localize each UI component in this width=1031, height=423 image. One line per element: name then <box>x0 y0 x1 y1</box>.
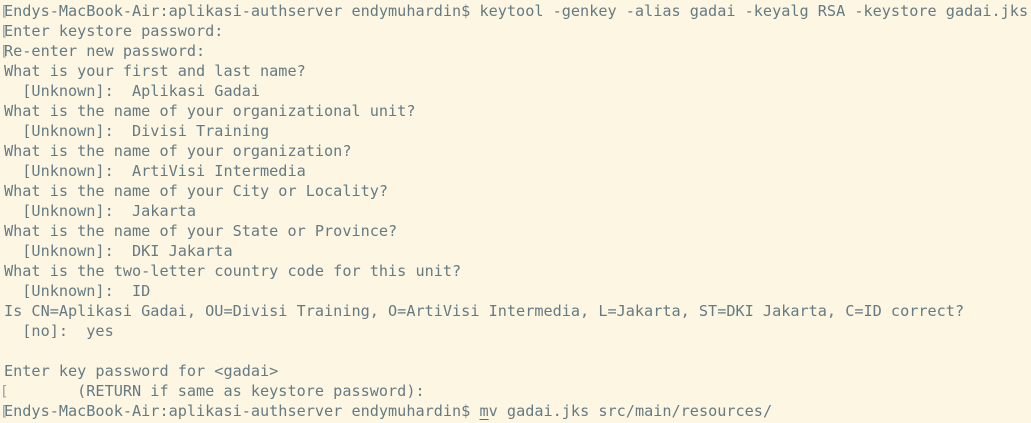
terminal-line: [Unknown]: DKI Jakarta <box>0 241 1031 261</box>
output-text: Enter key password for <gadai> <box>4 362 279 380</box>
terminal-line: [no]: yes <box>0 321 1031 341</box>
terminal-line: What is the name of your organization? <box>0 141 1031 161</box>
terminal-window[interactable]: [Endys-MacBook-Air:aplikasi-authserver e… <box>0 0 1031 423</box>
terminal-line: [Unknown]: Jakarta <box>0 201 1031 221</box>
terminal-line: [Endys-MacBook-Air:aplikasi-authserver e… <box>0 1 1031 21</box>
terminal-input-line[interactable]: [Endys-MacBook-Air:aplikasi-authserver e… <box>0 401 1031 421</box>
terminal-line: [Unknown]: Aplikasi Gadai <box>0 81 1031 101</box>
terminal-line: [Unknown]: ID <box>0 281 1031 301</box>
terminal-line: What is your first and last name? <box>0 61 1031 81</box>
output-text: What is the name of your City or Localit… <box>4 182 389 200</box>
terminal-line: [ (RETURN if same as keystore password): <box>0 381 1031 401</box>
output-text: What is the name of your organization? <box>4 142 352 160</box>
output-text: [Unknown]: Aplikasi Gadai <box>4 82 261 100</box>
output-text: [Unknown]: ID <box>4 282 151 300</box>
output-text: [Unknown]: DKI Jakarta <box>4 242 233 260</box>
output-text: [Unknown]: Divisi Training <box>4 122 270 140</box>
output-text: What is the two-letter country code for … <box>4 262 462 280</box>
output-text: [Unknown]: Jakarta <box>4 202 197 220</box>
terminal-line: What is the two-letter country code for … <box>0 261 1031 281</box>
shell-prompt: Endys-MacBook-Air:aplikasi-authserver en… <box>4 402 480 420</box>
terminal-line: What is the name of your organizational … <box>0 101 1031 121</box>
output-text: Re-enter new password: <box>4 42 206 60</box>
terminal-line: What is the name of your State or Provin… <box>0 221 1031 241</box>
terminal-line: [Unknown]: ArtiVisi Intermedia <box>0 161 1031 181</box>
output-text: What is the name of your State or Provin… <box>4 222 398 240</box>
command-line: Endys-MacBook-Air:aplikasi-authserver en… <box>4 2 1029 20</box>
command-input[interactable]: v gadai.jks src/main/resources/ <box>489 402 772 420</box>
text-cursor: m <box>479 402 489 420</box>
output-text: Is CN=Aplikasi Gadai, OU=Divisi Training… <box>4 302 965 320</box>
terminal-line: [Unknown]: Divisi Training <box>0 121 1031 141</box>
terminal-line: Is CN=Aplikasi Gadai, OU=Divisi Training… <box>0 301 1031 321</box>
terminal-line: What is the name of your City or Localit… <box>0 181 1031 201</box>
terminal-line: [Enter keystore password: <box>0 21 1031 41</box>
output-text: What is your first and last name? <box>4 62 306 80</box>
terminal-line: [Re-enter new password: <box>0 41 1031 61</box>
output-text: (RETURN if same as keystore password): <box>4 382 425 400</box>
output-text: What is the name of your organizational … <box>4 102 416 120</box>
output-text: Enter keystore password: <box>4 22 224 40</box>
output-text: [Unknown]: ArtiVisi Intermedia <box>4 162 306 180</box>
terminal-line: Enter key password for <gadai> <box>0 361 1031 381</box>
output-text: [no]: yes <box>4 322 114 340</box>
